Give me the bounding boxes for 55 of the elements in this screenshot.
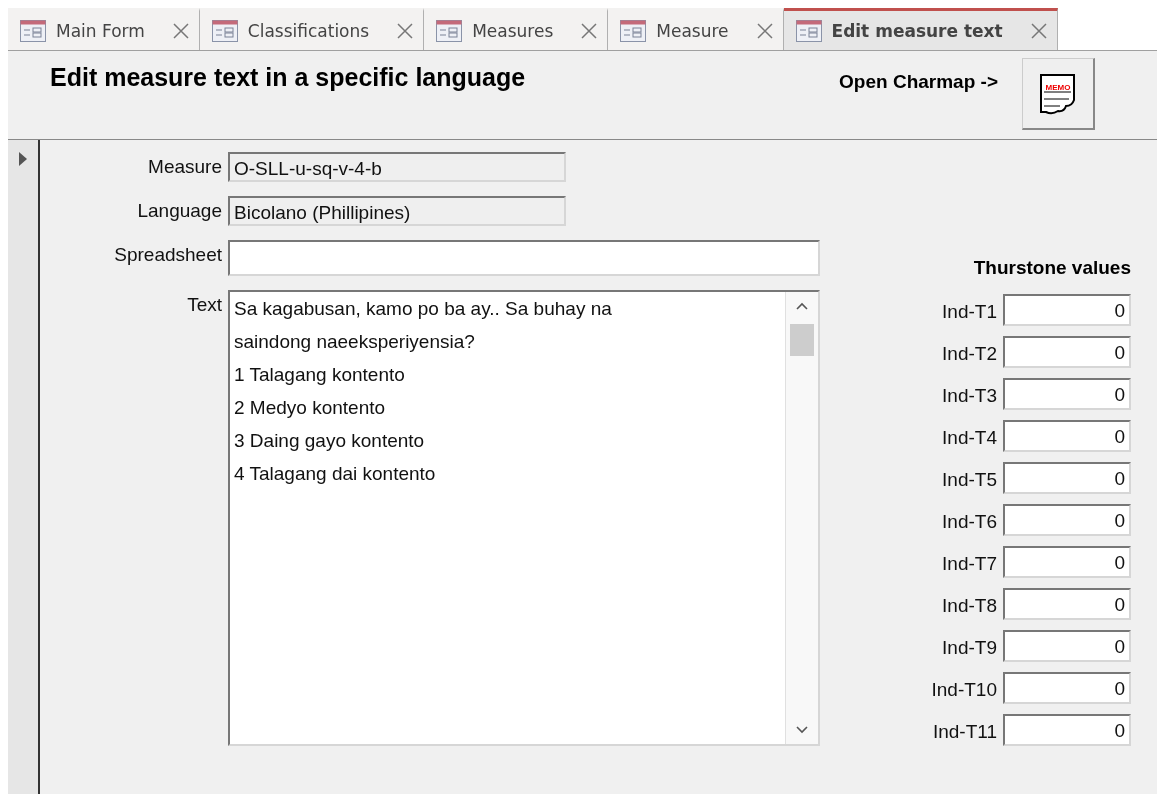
input-field[interactable]: 0: [1003, 714, 1131, 746]
scroll-down-icon[interactable]: [796, 726, 808, 734]
input-field[interactable]: O-SLL-u-sq-v-4-b: [228, 152, 566, 182]
document-tab[interactable]: Measure: [608, 8, 784, 50]
close-icon[interactable]: [1030, 22, 1047, 39]
document-tab[interactable]: Main Form: [8, 8, 200, 50]
close-icon[interactable]: [172, 22, 189, 39]
input-field[interactable]: 0: [1003, 630, 1131, 662]
form-icon: [20, 19, 46, 42]
field-label: Ind-T3: [942, 384, 997, 407]
field-label: Ind-T4: [942, 426, 997, 449]
close-icon[interactable]: [756, 22, 773, 39]
field-label: Text: [186, 293, 222, 317]
input-field[interactable]: 0: [1003, 588, 1131, 620]
document-tab[interactable]: Edit measure text: [783, 8, 1058, 50]
form-icon: [620, 19, 647, 42]
field-label: Ind-T9: [942, 636, 997, 659]
document-tab[interactable]: Classifications: [199, 8, 425, 50]
field-label: Ind-T11: [932, 720, 997, 743]
field-label: Language: [136, 199, 222, 223]
field-label: Ind-T8: [942, 594, 997, 617]
scroll-thumb[interactable]: [790, 324, 814, 356]
input-field[interactable]: 0: [1003, 546, 1131, 578]
input-field[interactable]: 0: [1003, 672, 1131, 704]
input-field[interactable]: 0: [1003, 420, 1131, 452]
input-field[interactable]: 0: [1003, 378, 1131, 410]
field-label: Spreadsheet: [113, 243, 222, 267]
scroll-up-icon[interactable]: [796, 302, 808, 310]
field-label: Measure: [147, 155, 222, 179]
input-field[interactable]: [228, 240, 820, 276]
field-label: Ind-T6: [942, 510, 997, 533]
memo-icon: MEMO: [1038, 71, 1078, 116]
close-icon[interactable]: [397, 22, 414, 39]
field-label: Ind-T10: [931, 678, 997, 701]
input-field[interactable]: Bicolano (Phillipines): [228, 196, 566, 226]
record-selector-icon: [19, 152, 27, 166]
charmap-label: Open Charmap ->: [839, 71, 998, 93]
field-label: Ind-T7: [942, 552, 997, 575]
input-field[interactable]: 0: [1003, 294, 1131, 326]
close-icon[interactable]: [581, 22, 598, 39]
form-icon: [436, 19, 463, 42]
scrollbar[interactable]: [785, 292, 818, 744]
form-icon: [211, 19, 238, 42]
input-field[interactable]: 0: [1003, 336, 1131, 368]
section-heading: Thurstone values: [973, 257, 1131, 279]
form-icon: [795, 19, 822, 42]
memo-button[interactable]: MEMO: [1022, 58, 1095, 130]
document-tab[interactable]: Measures: [424, 8, 609, 50]
field-label: Ind-T1: [942, 300, 997, 323]
input-field[interactable]: 0: [1003, 504, 1131, 536]
field-label: Ind-T5: [942, 468, 997, 491]
form-title: Edit measure text in a specific language: [50, 63, 527, 92]
text-field[interactable]: Sa kagabusan, kamo po ba ay.. Sa buhay na saindong naeeksperiyensia? 1 Talagang kontento 2 Medyo kontento 3 Daing gayo kontento 4 Talagang dai kontento: [228, 290, 820, 746]
input-field[interactable]: 0: [1003, 462, 1131, 494]
field-label: Ind-T2: [942, 342, 997, 365]
